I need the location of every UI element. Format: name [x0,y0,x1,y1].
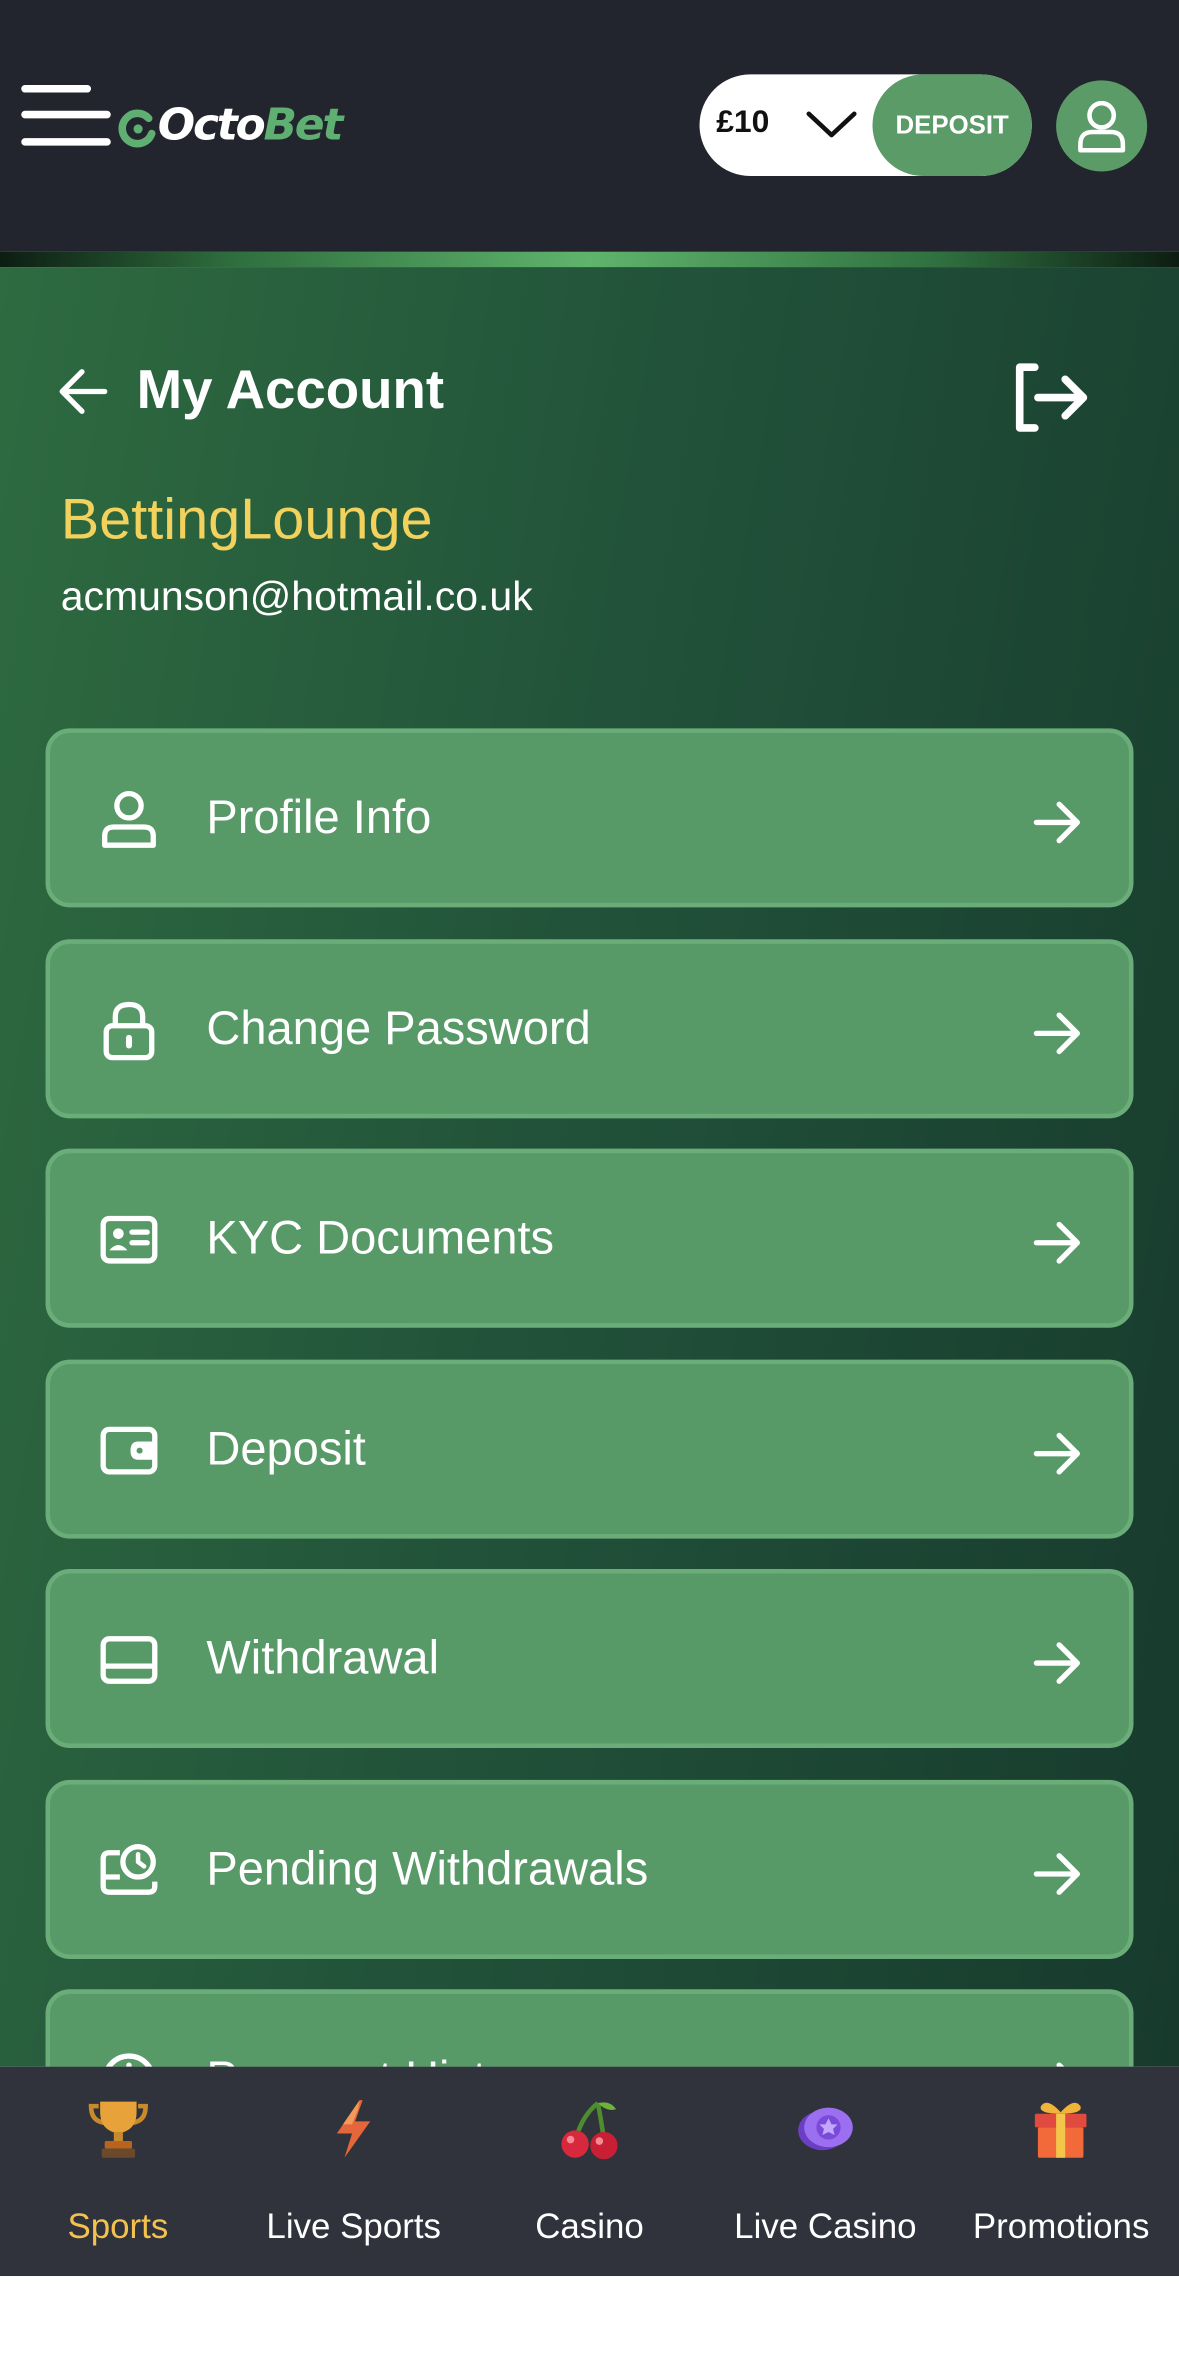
top-bar: OctoBet £10 DEPOSIT [0,0,1179,252]
gift-icon [1035,2102,1087,2158]
logo-mark-icon [118,109,156,148]
balance-amount: £10 [716,104,770,140]
blank-area [0,2276,1179,2379]
nav-label: Casino [535,2206,644,2246]
menu-item-label: Pending Withdrawals [206,1842,649,1896]
menu-item-label: Profile Info [206,790,432,844]
menu-item-label: Payment History [206,2052,551,2067]
pending-clock-icon [100,1844,158,1895]
wallet-icon [100,1426,158,1475]
logo-octo: Octo [157,98,266,151]
nav-label: Promotions [972,2206,1150,2246]
username: BettingLounge [60,488,433,553]
menu-item-label: Change Password [206,1001,591,1055]
app-screen: OctoBet £10 DEPOSIT My Account BettingLo… [0,0,1179,2379]
chevron-down-icon [806,111,857,138]
logout-icon[interactable] [1011,361,1093,434]
user-icon [1078,100,1126,153]
arrow-left-icon[interactable] [56,364,111,419]
header-accent-line [0,251,1179,268]
menu-item-deposit[interactable]: Deposit [45,1359,1134,1539]
menu-item-withdrawal[interactable]: Withdrawal [45,1568,1134,1749]
page-title: My Account [136,358,445,421]
arrow-right-icon [1033,1012,1081,1055]
menu-item-label: KYC Documents [206,1210,555,1264]
octobet-logo[interactable]: OctoBet [118,91,344,158]
menu-item-kyc-documents[interactable]: KYC Documents [45,1148,1134,1328]
menu-item-change-password[interactable]: Change Password [45,939,1134,1119]
nav-label: Live Casino [734,2206,917,2246]
bottom-nav: Sports Live Sports Casino Live Casino Pr… [0,2066,1179,2277]
arrow-right-icon [1033,1642,1081,1684]
nav-item-sports[interactable]: Sports [0,2067,236,2276]
menu-item-profile-info[interactable]: Profile Info [45,728,1134,908]
id-card-icon [100,1215,158,1264]
trophy-icon [88,2101,148,2158]
logo-text: OctoBet [157,98,344,151]
user-icon [102,790,156,848]
deposit-button[interactable]: DEPOSIT [872,74,1032,177]
arrow-right-icon [1033,1432,1081,1475]
nav-item-promotions[interactable]: Promotions [943,2067,1179,2276]
cherries-icon [560,2101,617,2160]
arrow-right-icon [1056,2062,1065,2067]
lock-icon [103,1001,155,1061]
nav-label: Live Sports [266,2206,442,2246]
card-icon [100,1636,158,1684]
menu-item-label: Deposit [206,1421,366,1475]
menu-item-label: Withdrawal [206,1631,440,1685]
nav-item-live-casino[interactable]: Live Casino [707,2067,943,2276]
account-panel: My Account BettingLounge acmunson@hotmai… [0,267,1179,2067]
account-button[interactable] [1056,80,1148,172]
arrow-right-icon [1033,1853,1081,1895]
history-clock-icon [105,2053,153,2067]
hamburger-icon[interactable] [21,84,111,149]
arrow-right-icon [1033,801,1081,844]
lightning-icon [337,2100,371,2158]
nav-label: Sports [67,2206,169,2246]
menu-item-payment-history[interactable]: Payment History [45,1989,1134,2067]
casino-chip-icon [798,2107,853,2151]
nav-item-casino[interactable]: Casino [472,2067,708,2276]
nav-item-live-sports[interactable]: Live Sports [236,2067,472,2276]
menu-item-pending-withdrawals[interactable]: Pending Withdrawals [45,1779,1134,1959]
logo-bet: Bet [263,98,343,151]
arrow-right-icon [1033,1221,1081,1264]
user-email: acmunson@hotmail.co.uk [60,573,533,620]
